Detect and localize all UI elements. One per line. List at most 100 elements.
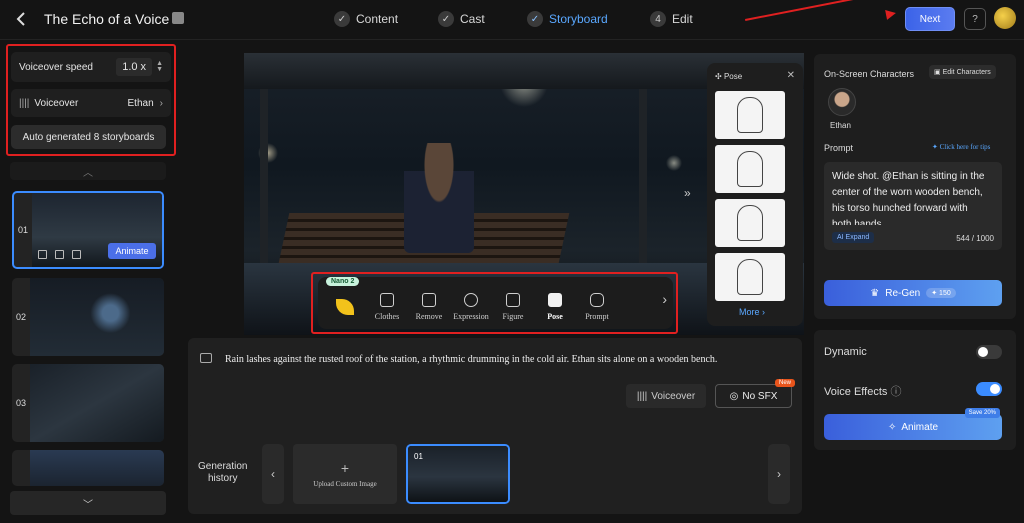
label-line: history: [208, 473, 238, 484]
chevron-right-icon: ›: [159, 97, 163, 109]
thumb-image: [30, 278, 164, 356]
dynamic-toggle[interactable]: [976, 345, 1002, 359]
tool-figure[interactable]: Figure: [492, 293, 534, 321]
storyboard-thumb[interactable]: 01 Animate: [12, 191, 164, 269]
pose-option[interactable]: [715, 199, 785, 247]
tool-expression[interactable]: Expression: [450, 293, 492, 321]
voiceover-button[interactable]: |||| Voiceover: [626, 384, 706, 408]
pose-option[interactable]: [715, 91, 785, 139]
nano-model-button[interactable]: Nano 2: [324, 277, 366, 321]
close-icon[interactable]: ✕: [787, 70, 795, 81]
caption-icon: [200, 353, 212, 363]
chevron-down-icon: ﹀: [83, 499, 93, 511]
cost-value: 150: [939, 290, 951, 297]
voiceover-label: Voiceover: [34, 97, 79, 109]
animate-button[interactable]: ✧ Animate Save 20%: [824, 408, 1002, 440]
edit-characters-label: Edit Characters: [942, 69, 991, 76]
tool-clothes[interactable]: Clothes: [366, 293, 408, 321]
voiceover-speed-stepper[interactable]: 1.0 x: [116, 58, 153, 76]
pose-title-text: Pose: [723, 72, 743, 81]
info-icon[interactable]: ⓘ: [890, 386, 901, 398]
shirt-icon: [380, 293, 394, 307]
figure-icon: [506, 293, 520, 307]
tool-label: Figure: [502, 312, 524, 321]
save-badge: Save 20%: [964, 408, 1000, 418]
chevron-left-icon: ‹: [271, 467, 275, 481]
caption-panel: Rain lashes against the rusted roof of t…: [188, 338, 802, 446]
step-storyboard[interactable]: ✓ Storyboard: [527, 11, 608, 27]
thumb-number: 02: [16, 312, 27, 322]
chevron-right-icon[interactable]: ›: [662, 291, 667, 307]
prompt-input[interactable]: Wide shot. @Ethan is sitting in the cent…: [824, 162, 1002, 250]
generation-history-label: Generation history: [198, 461, 247, 485]
tool-label: Remove: [415, 312, 443, 321]
prompt-text[interactable]: Wide shot. @Ethan is sitting in the cent…: [832, 169, 987, 225]
voice-effects-text: Voice Effects: [824, 386, 888, 398]
ai-expand-button[interactable]: AI Expand: [832, 232, 875, 243]
user-avatar[interactable]: [994, 7, 1016, 29]
copy-icon[interactable]: [55, 250, 64, 259]
step-edit[interactable]: 4 Edit: [650, 11, 693, 27]
label-line: Generation: [198, 461, 248, 472]
smile-icon: [464, 293, 478, 307]
edit-characters-button[interactable]: ▣ Edit Characters: [929, 65, 996, 79]
storyboard-thumb[interactable]: [12, 450, 164, 486]
ai-expand-label: AI Expand: [837, 234, 870, 241]
step-content[interactable]: ✓ Content: [334, 11, 398, 27]
animate-label: Animate: [901, 421, 939, 433]
pose-icon: ✣: [715, 72, 724, 81]
history-thumb[interactable]: 01: [406, 444, 510, 504]
check-icon: ✓: [334, 11, 350, 27]
history-thumb-number: 01: [414, 452, 423, 461]
double-chevron-right-icon[interactable]: »: [684, 186, 691, 200]
download-icon[interactable]: [72, 250, 81, 259]
tips-link[interactable]: ✦ Click here for tips: [932, 143, 990, 151]
sfx-button[interactable]: ◎ No SFX New: [715, 379, 795, 408]
voiceover-speed-row: Voiceover speed 1.0 x ▲ ▼: [11, 52, 171, 82]
step-cast[interactable]: ✓ Cast: [438, 11, 485, 27]
scroll-up-button[interactable]: ︿: [10, 162, 166, 180]
person-icon: ▣: [934, 69, 943, 76]
tool-remove[interactable]: Remove: [408, 293, 450, 321]
history-next-button[interactable]: ›: [768, 444, 790, 504]
upload-custom-image-button[interactable]: + Upload Custom Image: [293, 444, 397, 504]
regen-cost: ✦ 150: [926, 288, 956, 298]
edit-title-icon[interactable]: [172, 12, 184, 24]
check-icon: ✓: [527, 11, 543, 27]
storyboard-thumb[interactable]: 02: [12, 278, 164, 356]
pose-panel-title: ✣ Pose: [715, 72, 742, 81]
thumb-number: 01: [18, 225, 29, 235]
scroll-down-button[interactable]: ﹀: [10, 491, 166, 515]
voiceover-btn-label: Voiceover: [651, 390, 696, 402]
thumb-animate-button[interactable]: Animate: [108, 243, 156, 259]
back-icon[interactable]: [12, 9, 32, 29]
storyboard-thumb[interactable]: 03: [12, 364, 164, 442]
voiceover-selector[interactable]: |||| Voiceover Ethan ›: [11, 89, 171, 117]
character-avatar[interactable]: [828, 88, 856, 116]
thumb-image: [30, 450, 164, 486]
history-prev-button[interactable]: ‹: [262, 444, 284, 504]
characters-prompt-panel: On-Screen Characters ▣ Edit Characters E…: [814, 54, 1016, 319]
tool-pose[interactable]: Pose: [534, 293, 576, 321]
stepper-arrows-icon[interactable]: ▲ ▼: [156, 60, 163, 73]
project-title: The Echo of a Voice: [44, 11, 170, 27]
next-button[interactable]: Next: [905, 7, 955, 31]
delete-icon[interactable]: [38, 250, 47, 259]
help-icon[interactable]: ?: [964, 8, 986, 30]
tool-prompt[interactable]: Prompt: [576, 293, 618, 321]
step-label: Edit: [672, 12, 693, 26]
voiceover-speed-label: Voiceover speed: [19, 61, 93, 73]
image-edit-toolbar: Nano 2 Clothes Remove Expression Figure …: [318, 277, 673, 329]
pose-option[interactable]: [715, 253, 785, 301]
more-poses-link[interactable]: More ›: [739, 307, 765, 317]
voice-effects-toggle[interactable]: [976, 382, 1002, 396]
pose-option[interactable]: [715, 145, 785, 193]
regen-button[interactable]: ♛ Re-Gen ✦ 150: [824, 280, 1002, 306]
generation-history: Generation history ‹ + Upload Custom Ima…: [188, 434, 802, 514]
char-count: 544 / 1000: [956, 234, 994, 243]
caption-text[interactable]: Rain lashes against the rusted roof of t…: [225, 354, 795, 365]
thumb-image: [30, 364, 164, 442]
step-number: 4: [650, 11, 666, 27]
banana-icon: [336, 299, 354, 315]
auto-generated-button[interactable]: Auto generated 8 storyboards: [11, 125, 166, 149]
